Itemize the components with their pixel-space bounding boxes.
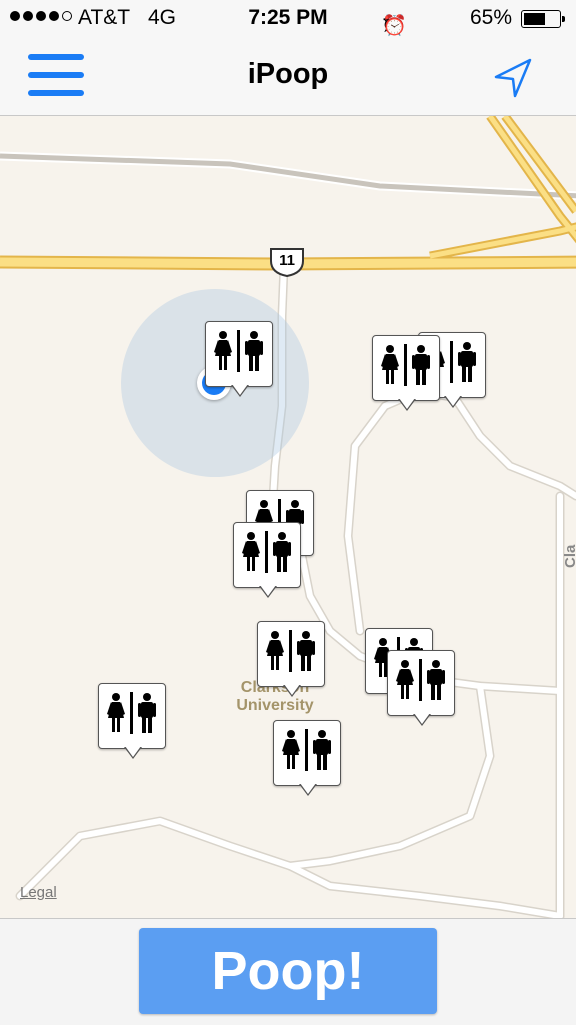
restroom-icon — [381, 344, 430, 386]
map-view[interactable]: 11 Clarkson University Cla Legal — [0, 116, 576, 918]
restroom-icon — [242, 531, 291, 573]
restroom-icon — [396, 659, 445, 701]
restroom-pin[interactable] — [257, 621, 327, 697]
alarm-icon: ⏰ — [382, 15, 407, 37]
battery-percent: 65% — [470, 6, 513, 29]
page-title: iPoop — [247, 58, 329, 90]
menu-button[interactable] — [28, 52, 86, 98]
street-label: Cla — [562, 544, 576, 568]
restroom-pin[interactable] — [205, 321, 275, 397]
restroom-pin[interactable] — [98, 683, 168, 759]
route-shield: 11 — [268, 247, 306, 278]
navigation-bar: iPoop — [0, 38, 576, 116]
restroom-pin[interactable] — [372, 335, 442, 411]
route-number: 11 — [279, 252, 295, 269]
locate-me-button[interactable] — [492, 56, 536, 100]
restroom-icon — [107, 692, 156, 734]
battery-icon — [521, 10, 565, 28]
restroom-pin[interactable] — [387, 650, 457, 726]
location-arrow-icon — [494, 58, 532, 98]
restroom-icon — [214, 330, 263, 372]
restroom-icon — [266, 630, 315, 672]
restroom-icon — [282, 729, 331, 771]
legal-link[interactable]: Legal — [20, 884, 57, 901]
bottom-toolbar: Poop! — [0, 918, 576, 1025]
poop-button[interactable]: Poop! — [139, 928, 437, 1014]
restroom-pin[interactable] — [273, 720, 343, 796]
status-bar: AT&T 4G 7:25 PM ↻ ➤ ⏰ 65% — [0, 0, 576, 38]
restroom-pin[interactable] — [233, 522, 303, 598]
